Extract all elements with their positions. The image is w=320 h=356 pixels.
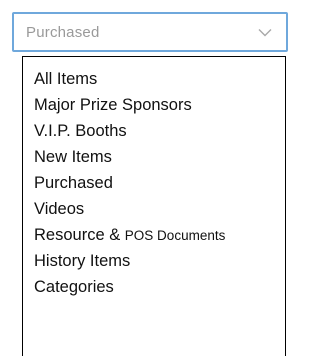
category-select[interactable]: Purchased [12,12,288,52]
menu-item-vip-booths[interactable]: V.I.P. Booths [23,118,285,144]
menu-item-major-prize-sponsors[interactable]: Major Prize Sponsors [23,92,285,118]
menu-item-all-items[interactable]: All Items [23,66,285,92]
menu-item-purchased[interactable]: Purchased [23,170,285,196]
menu-item-resource-pos-documents[interactable]: Resource & POS Documents [23,222,285,248]
menu-item-history-items[interactable]: History Items [23,248,285,274]
menu-item-videos[interactable]: Videos [23,196,285,222]
menu-item-categories[interactable]: Categories [23,274,285,300]
select-value: Purchased [26,23,100,41]
menu-item-new-items[interactable]: New Items [23,144,285,170]
dropdown-menu: All Items Major Prize Sponsors V.I.P. Bo… [22,56,286,356]
chevron-down-icon[interactable] [258,27,272,37]
